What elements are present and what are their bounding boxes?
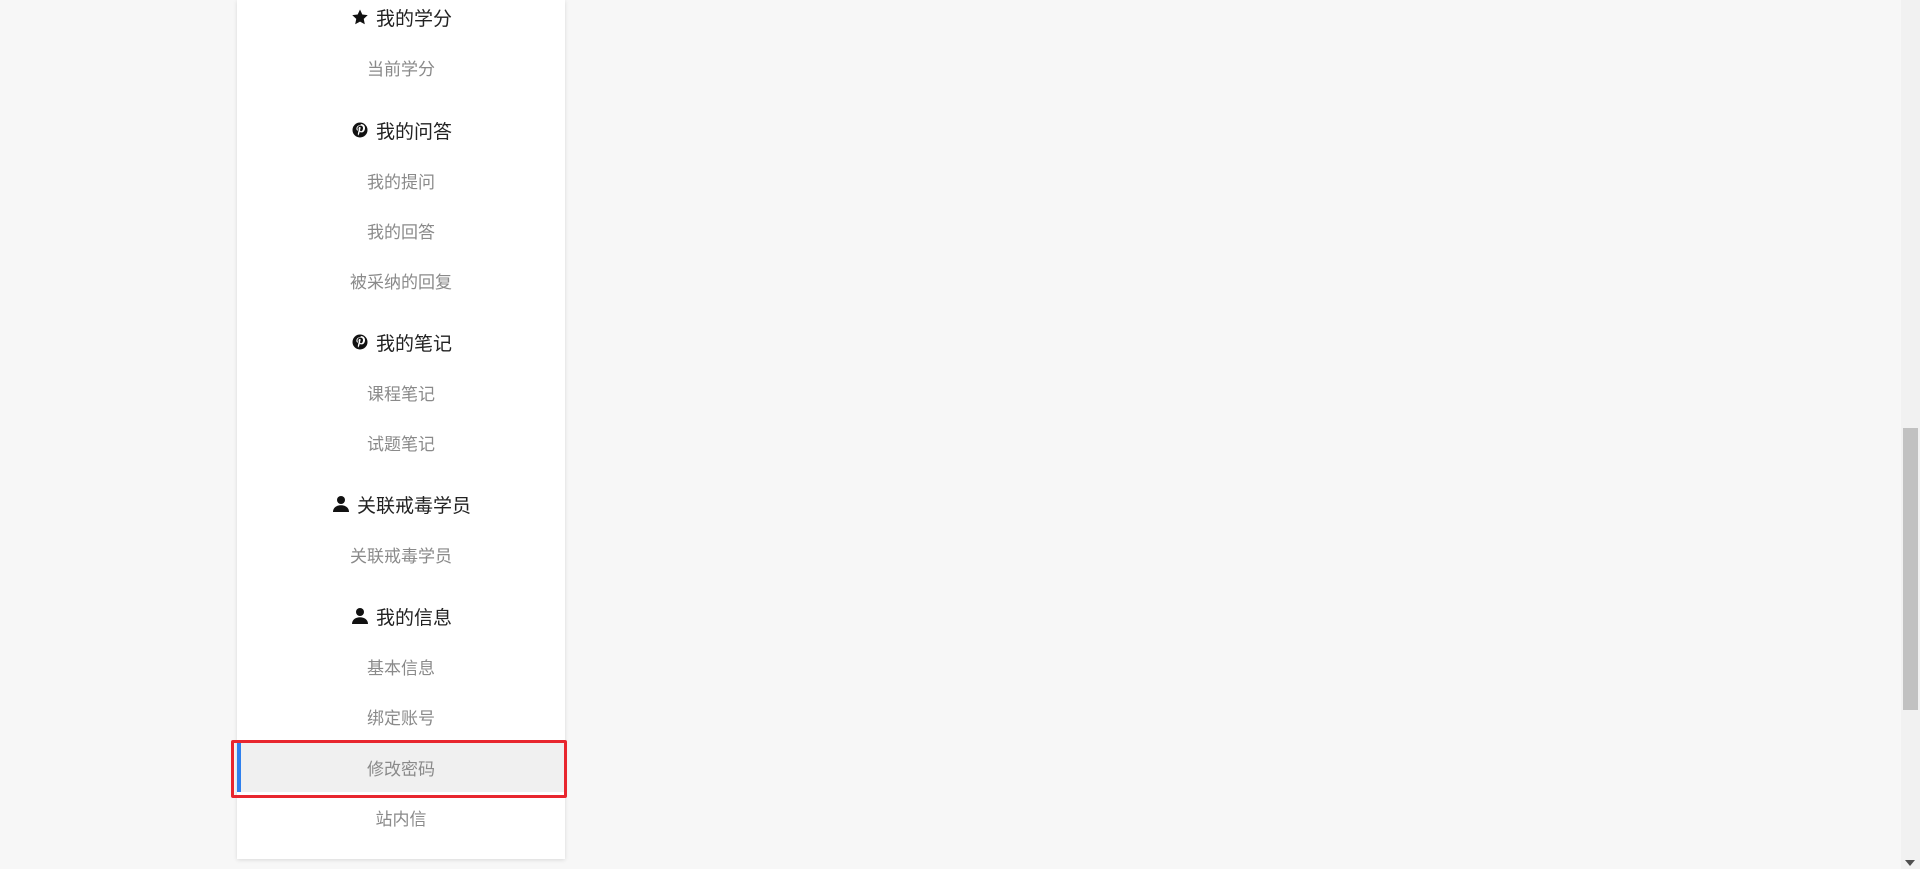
sidebar-item-accepted-replies[interactable]: 被采纳的回复 xyxy=(237,255,565,305)
group-title: 我的信息 xyxy=(375,606,452,629)
sidebar-item-label: 被采纳的回复 xyxy=(350,272,452,293)
pinterest-icon xyxy=(350,120,370,140)
group-title: 我的问答 xyxy=(375,120,452,143)
sidebar-item-label: 基本信息 xyxy=(367,658,435,679)
sidebar-item-current-credits[interactable]: 当前学分 xyxy=(237,42,565,92)
sidebar-nav: 我的学分 当前学分 我的问答 我的提问 我的回答 被采纳的回复 我的笔记 课程笔… xyxy=(237,0,565,859)
sidebar-item-basic-info[interactable]: 基本信息 xyxy=(237,641,565,691)
sidebar-item-label: 课程笔记 xyxy=(367,384,435,405)
group-header-credits: 我的学分 xyxy=(237,1,565,33)
sidebar-item-inbox[interactable]: 站内信 xyxy=(237,792,565,842)
sidebar-item-my-questions[interactable]: 我的提问 xyxy=(237,155,565,205)
vertical-scrollbar[interactable] xyxy=(1901,0,1920,869)
sidebar-item-label: 试题笔记 xyxy=(367,434,435,455)
group-header-qa: 我的问答 xyxy=(237,114,565,146)
sidebar-item-label: 绑定账号 xyxy=(367,708,435,729)
sidebar-item-label: 关联戒毒学员 xyxy=(350,546,452,567)
sidebar-item-bind-account[interactable]: 绑定账号 xyxy=(237,691,565,741)
user-icon xyxy=(350,606,370,626)
sidebar-item-label: 我的回答 xyxy=(367,222,435,243)
group-title: 我的学分 xyxy=(375,7,452,30)
scroll-down-arrow-icon[interactable] xyxy=(1905,860,1915,866)
sidebar-item-exam-notes[interactable]: 试题笔记 xyxy=(237,417,565,467)
group-title: 我的笔记 xyxy=(375,332,452,355)
sidebar-item-linked-students[interactable]: 关联戒毒学员 xyxy=(237,529,565,579)
scrollbar-thumb[interactable] xyxy=(1903,428,1918,710)
user-icon xyxy=(331,494,351,514)
sidebar-item-course-notes[interactable]: 课程笔记 xyxy=(237,367,565,417)
pinterest-icon xyxy=(350,332,370,352)
sidebar-item-label: 我的提问 xyxy=(367,172,435,193)
group-title: 关联戒毒学员 xyxy=(356,494,471,517)
group-header-my-info: 我的信息 xyxy=(237,600,565,632)
sidebar-item-my-answers[interactable]: 我的回答 xyxy=(237,205,565,255)
group-header-linked-students: 关联戒毒学员 xyxy=(237,488,565,520)
sidebar-item-label: 修改密码 xyxy=(367,759,435,780)
group-header-notes: 我的笔记 xyxy=(237,326,565,358)
sidebar-item-label: 站内信 xyxy=(375,809,427,830)
star-icon xyxy=(350,7,370,27)
sidebar-item-label: 当前学分 xyxy=(367,59,435,80)
sidebar-item-change-password[interactable]: 修改密码 xyxy=(237,742,565,792)
